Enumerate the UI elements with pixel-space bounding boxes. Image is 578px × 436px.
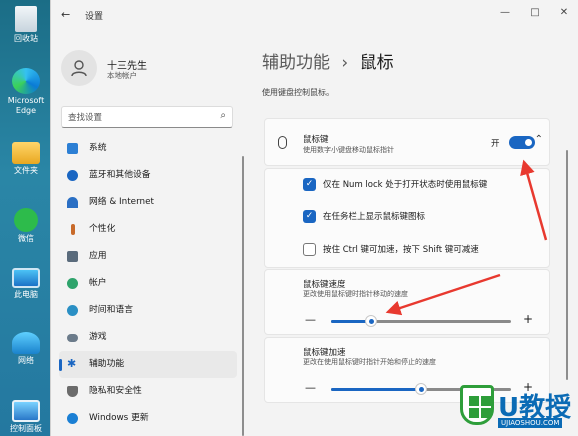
breadcrumb-parent[interactable]: 辅助功能 [262, 53, 330, 73]
sidebar-item-personalization[interactable]: 个性化 [59, 216, 237, 243]
display-icon [67, 143, 78, 154]
sidebar-item-time-language[interactable]: 时间和语言 [59, 297, 237, 324]
avatar [61, 50, 97, 86]
speed-slider[interactable] [331, 315, 511, 327]
desktop: 回收站 Microsoft Edge 文件夹 微信 此电脑 网络 控制面板 [0, 0, 50, 436]
search-input[interactable]: 查找设置 ⌕ [61, 106, 233, 128]
speed-slider-thumb[interactable] [364, 315, 377, 327]
breadcrumb-current: 鼠标 [359, 53, 394, 73]
accessibility-icon: ✱ [67, 357, 77, 370]
sidebar-item-windows-update[interactable]: Windows 更新 [59, 405, 237, 432]
desktop-icon-recycle-bin[interactable]: 回收站 [5, 6, 47, 44]
sidebar-nav: 系统 蓝牙和其他设备 网络 & Internet 个性化 应用 帐户 时间和语言… [59, 135, 237, 432]
acceleration-subtitle: 更改在使用鼠标键时指针开始和停止的速度 [303, 358, 436, 366]
main-scrollbar[interactable] [566, 150, 568, 380]
edge-icon [12, 68, 40, 94]
sidebar-scrollbar[interactable] [242, 156, 244, 436]
wifi-icon [67, 197, 78, 208]
speed-minus-icon: — [305, 313, 316, 326]
checkbox-taskbar-icon[interactable]: ✓ [303, 210, 316, 223]
apps-icon [67, 251, 78, 262]
chevron-up-icon[interactable]: ⌃ [535, 134, 543, 145]
mouse-keys-card[interactable]: 鼠标键 使用数字小键盘移动鼠标指针 开 ⌃ [264, 118, 550, 166]
gamepad-icon [67, 334, 78, 342]
toggle-knob [525, 139, 532, 146]
search-placeholder: 查找设置 [68, 113, 103, 123]
update-icon [67, 413, 78, 424]
mouse-keys-state-label: 开 [491, 139, 500, 149]
desktop-icon-control-panel[interactable]: 控制面板 [5, 400, 47, 434]
option-taskbar-icon[interactable]: ✓ 在任务栏上显示鼠标键图标 [303, 209, 425, 225]
mouse-keys-title: 鼠标键 [303, 135, 329, 145]
page-title: 辅助功能 › 鼠标 [262, 48, 394, 73]
network-icon [12, 332, 40, 354]
wechat-icon [14, 208, 38, 232]
speed-subtitle: 更改使用鼠标键时指针移动的速度 [303, 290, 408, 298]
sidebar-item-apps[interactable]: 应用 [59, 243, 237, 270]
back-button[interactable]: ← [61, 8, 70, 21]
sidebar-item-gaming[interactable]: 游戏 [59, 324, 237, 351]
mouse-keys-subtitle: 使用数字小键盘移动鼠标指针 [303, 146, 394, 154]
watermark-logo: U教授 UJIAOSHOU.COM [458, 385, 578, 436]
desktop-icon-network[interactable]: 网络 [5, 332, 47, 366]
sidebar-item-system[interactable]: 系统 [59, 135, 237, 162]
checkbox-ctrl-shift[interactable] [303, 243, 316, 256]
checkbox-numlock[interactable]: ✓ [303, 178, 316, 191]
sidebar-item-accounts[interactable]: 帐户 [59, 270, 237, 297]
brush-icon [71, 224, 75, 235]
pc-icon [12, 268, 40, 288]
person-icon [71, 60, 87, 77]
option-numlock[interactable]: ✓ 仅在 Num lock 处于打开状态时使用鼠标键 [303, 177, 487, 193]
control-panel-icon [12, 400, 40, 422]
account-icon [67, 278, 78, 289]
desktop-icon-wechat[interactable]: 微信 [5, 208, 47, 244]
speed-plus-icon: + [523, 312, 534, 326]
page-description: 使用键盘控制鼠标。 [262, 88, 334, 97]
desktop-icon-edge[interactable]: Microsoft Edge [5, 68, 47, 116]
close-button[interactable]: ✕ [556, 7, 572, 18]
desktop-icon-pc[interactable]: 此电脑 [5, 268, 47, 300]
acceleration-slider-thumb[interactable] [415, 383, 427, 395]
sidebar-item-accessibility[interactable]: ✱ 辅助功能 [59, 351, 237, 378]
windows-logo-icon [460, 385, 494, 425]
minimize-button[interactable]: — [497, 7, 513, 18]
mouse-keys-toggle[interactable] [509, 136, 535, 149]
mouse-keys-speed-card: 鼠标键速度 更改使用鼠标键时指针移动的速度 — + [264, 269, 550, 335]
mouse-icon [278, 136, 287, 149]
sidebar-item-privacy[interactable]: 隐私和安全性 [59, 378, 237, 405]
account-type: 本地帐户 [107, 71, 137, 80]
bluetooth-icon [67, 170, 78, 181]
acceleration-slider-fill [331, 388, 421, 391]
folder-icon [12, 142, 40, 164]
sidebar-item-network[interactable]: 网络 & Internet [59, 189, 237, 216]
option-ctrl-shift[interactable]: 按住 Ctrl 键可加速，按下 Shift 键可减速 [303, 242, 479, 258]
watermark-url: UJIAOSHOU.COM [498, 418, 563, 428]
recycle-bin-icon [15, 6, 37, 32]
breadcrumb-separator: › [341, 53, 349, 73]
shield-icon [67, 386, 78, 397]
desktop-icon-folder[interactable]: 文件夹 [5, 140, 47, 176]
window-title: 设置 [85, 12, 104, 22]
search-icon: ⌕ [220, 110, 226, 121]
maximize-button[interactable]: □ [527, 7, 543, 18]
mouse-keys-options: ✓ 仅在 Num lock 处于打开状态时使用鼠标键 ✓ 在任务栏上显示鼠标键图… [264, 168, 550, 268]
title-bar: ← 设置 — □ ✕ [51, 0, 578, 30]
sidebar-item-bluetooth[interactable]: 蓝牙和其他设备 [59, 162, 237, 189]
globe-clock-icon [67, 305, 78, 316]
acceleration-minus-icon: — [305, 381, 316, 394]
